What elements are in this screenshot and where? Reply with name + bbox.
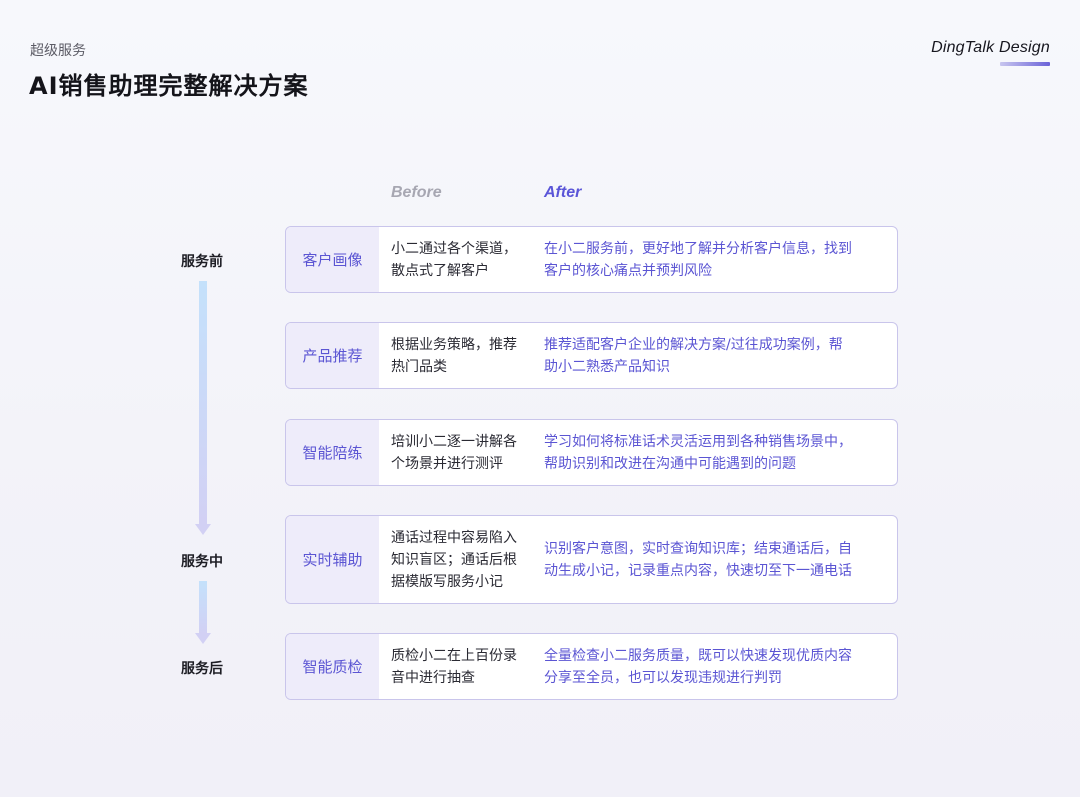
page-subtitle: 超级服务 [30, 43, 86, 59]
stage-after-service: 服务后 [181, 661, 223, 677]
row-before-text: 根据业务策略，推荐 热门品类 [391, 336, 517, 375]
column-header-before: Before [391, 184, 442, 201]
brand-logo: DingTalk Design [931, 39, 1050, 66]
row-after-text: 学习如何将标准话术灵活运用到各种销售场景中， 帮助识别和改进在沟通中可能遇到的问… [544, 433, 852, 472]
row-realtime-assist: 实时辅助 通话过程中容易陷入 知识盲区；通话后根 据模版写服务小记 识别客户意图… [285, 515, 898, 604]
row-label: 产品推荐 [286, 323, 379, 388]
stage-during-service: 服务中 [181, 554, 223, 570]
brand-name: DingTalk Design [931, 39, 1050, 56]
row-product-recommendation: 产品推荐 根据业务策略，推荐 热门品类 推荐适配客户企业的解决方案/过往成功案例… [285, 322, 898, 389]
timeline-arrow-down [195, 281, 211, 535]
timeline-arrow-down [195, 581, 211, 644]
row-smart-training: 智能陪练 培训小二逐一讲解各 个场景并进行测评 学习如何将标准话术灵活运用到各种… [285, 419, 898, 486]
brand-underline [1000, 62, 1050, 66]
row-before-text: 质检小二在上百份录 音中进行抽查 [391, 647, 517, 686]
row-after-text: 在小二服务前，更好地了解并分析客户信息，找到 客户的核心痛点并预判风险 [544, 240, 852, 279]
row-label: 智能陪练 [286, 420, 379, 485]
row-label: 智能质检 [286, 634, 379, 699]
row-before-text: 培训小二逐一讲解各 个场景并进行测评 [391, 433, 517, 472]
column-header-after: After [544, 184, 582, 201]
row-label: 实时辅助 [286, 516, 379, 603]
row-label: 客户画像 [286, 227, 379, 292]
row-after-text: 推荐适配客户企业的解决方案/过往成功案例，帮 助小二熟悉产品知识 [544, 336, 843, 375]
page-title: AI销售助理完整解决方案 [29, 72, 309, 100]
stage-before-service: 服务前 [181, 254, 223, 270]
row-before-text: 通话过程中容易陷入 知识盲区；通话后根 据模版写服务小记 [391, 529, 517, 590]
row-after-text: 识别客户意图，实时查询知识库；结束通话后，自 动生成小记，记录重点内容，快速切至… [544, 540, 852, 579]
row-after-text: 全量检查小二服务质量，既可以快速发现优质内容 分享至全员，也可以发现违规进行判罚 [544, 647, 852, 686]
row-before-text: 小二通过各个渠道， 散点式了解客户 [391, 240, 517, 279]
row-customer-profile: 客户画像 小二通过各个渠道， 散点式了解客户 在小二服务前，更好地了解并分析客户… [285, 226, 898, 293]
row-smart-qa: 智能质检 质检小二在上百份录 音中进行抽查 全量检查小二服务质量，既可以快速发现… [285, 633, 898, 700]
